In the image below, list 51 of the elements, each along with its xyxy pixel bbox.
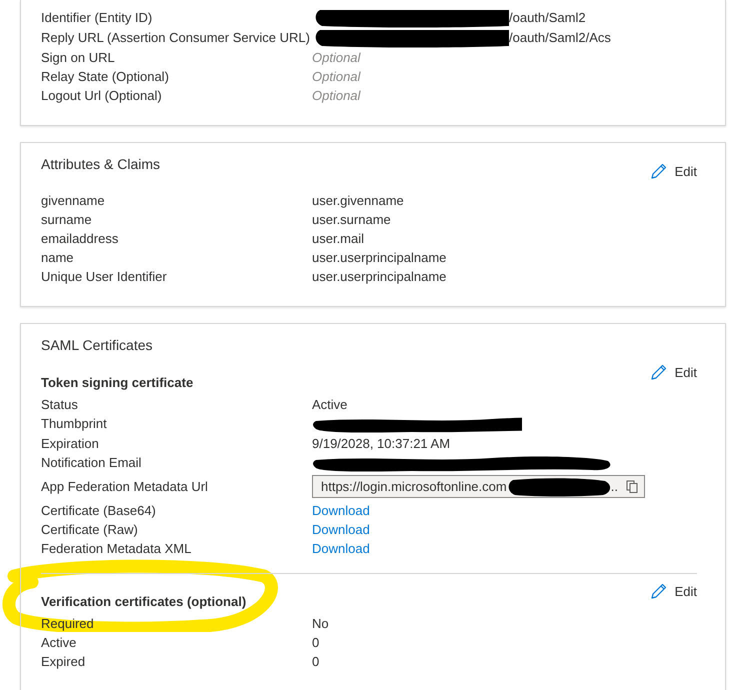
field-value: user.givenname bbox=[312, 193, 404, 208]
field-value: user.mail bbox=[312, 231, 364, 246]
edit-button[interactable]: Edit bbox=[650, 163, 697, 180]
field-label: emailaddress bbox=[41, 230, 120, 248]
placeholder-text: Optional bbox=[312, 69, 360, 84]
card-title: SAML Certificates bbox=[41, 336, 154, 356]
field-value: user.userprincipalname bbox=[312, 250, 446, 266]
field-value: user.surname bbox=[312, 212, 391, 228]
field-value: user.userprincipalname bbox=[312, 269, 446, 284]
field-label: Relay State (Optional) bbox=[41, 68, 170, 86]
field-value: 9/19/2028, 10:37:21 AM bbox=[312, 436, 450, 452]
field-label: Certificate (Raw) bbox=[41, 521, 139, 540]
field-label: Thumbprint bbox=[41, 415, 108, 434]
download-link[interactable]: Download bbox=[312, 503, 370, 518]
field-label: Required bbox=[41, 615, 95, 634]
field-label: surname bbox=[41, 211, 93, 230]
field-label: name bbox=[41, 249, 75, 268]
url-field[interactable]: https://login.microsoftonline.com .. bbox=[312, 475, 645, 498]
field-value: 0 bbox=[312, 635, 320, 650]
section-heading: Verification certificates (optional) bbox=[41, 593, 248, 612]
edit-button[interactable]: Edit bbox=[650, 364, 697, 380]
field-label: Reply URL (Assertion Consumer Service URL) bbox=[41, 29, 311, 48]
field-label: Active bbox=[41, 634, 78, 652]
copy-icon[interactable] bbox=[626, 480, 638, 494]
pencil-icon bbox=[650, 163, 667, 180]
edit-button[interactable]: Edit bbox=[650, 583, 697, 600]
field-label: Federation Metadata XML bbox=[41, 540, 192, 558]
section-heading: Token signing certificate bbox=[41, 374, 194, 392]
field-value: No bbox=[312, 616, 329, 632]
field-label: Certificate (Base64) bbox=[41, 502, 157, 520]
field-value: Active bbox=[312, 397, 348, 412]
pencil-icon bbox=[650, 583, 667, 600]
field-label: Expired bbox=[41, 653, 86, 672]
download-link[interactable]: Download bbox=[312, 522, 370, 538]
field-label: Sign on URL bbox=[41, 49, 116, 68]
field-value: /oauth/Saml2/Acs bbox=[509, 30, 611, 46]
field-label: Logout Url (Optional) bbox=[41, 87, 163, 106]
field-value: 0 bbox=[312, 654, 320, 670]
download-link[interactable]: Download bbox=[312, 541, 370, 556]
field-label: Unique User Identifier bbox=[41, 268, 168, 286]
placeholder-text: Optional bbox=[312, 88, 360, 104]
pencil-icon bbox=[650, 364, 667, 380]
field-value: /oauth/Saml2 bbox=[509, 10, 586, 25]
field-label: Expiration bbox=[41, 435, 100, 454]
field-label: Identifier (Entity ID) bbox=[41, 9, 154, 27]
field-label: Notification Email bbox=[41, 454, 142, 472]
field-label: givenname bbox=[41, 192, 106, 210]
field-label: Status bbox=[41, 396, 79, 414]
field-label: App Federation Metadata Url bbox=[41, 478, 209, 496]
card-title: Attributes & Claims bbox=[41, 155, 162, 174]
placeholder-text: Optional bbox=[312, 50, 360, 66]
